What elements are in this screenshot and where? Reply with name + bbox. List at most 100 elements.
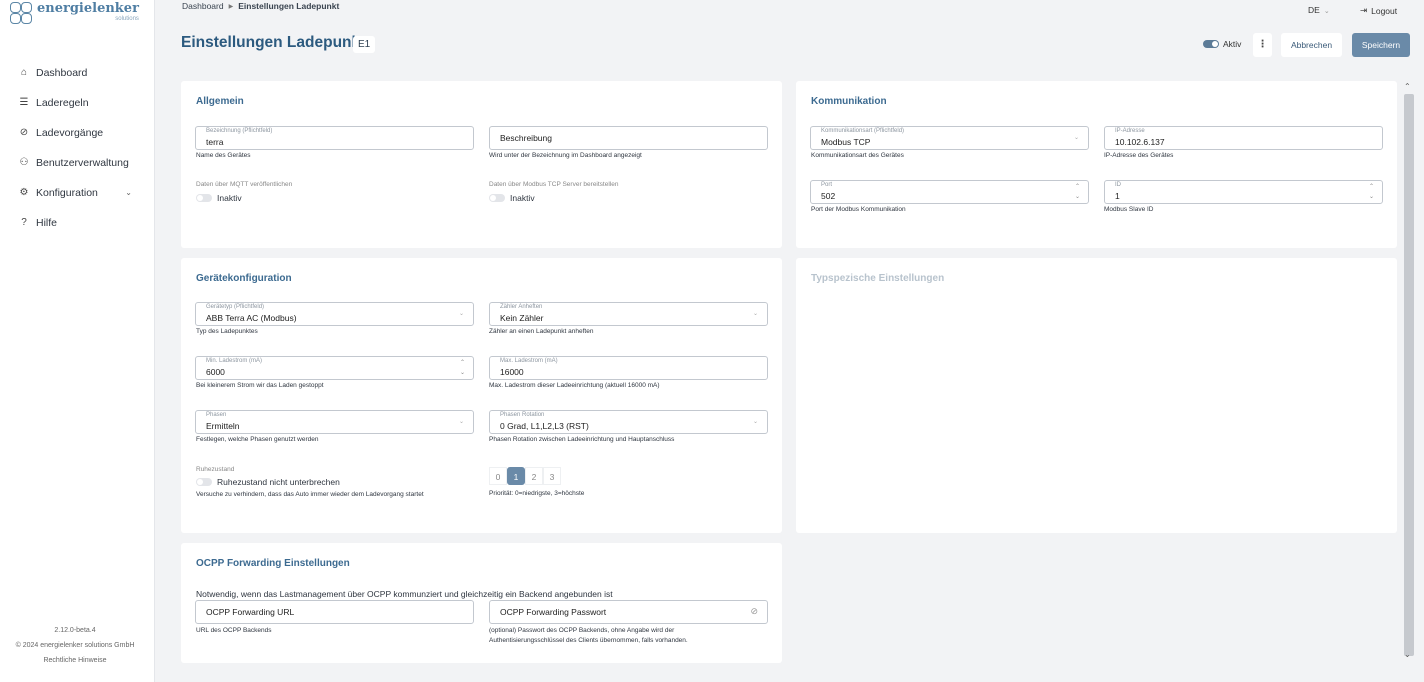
phases-select[interactable]: Phasen Ermitteln ⌄ bbox=[195, 410, 474, 434]
toggle-state: Ruhezustand nicht unterbrechen bbox=[217, 477, 340, 487]
breadcrumb-current: Einstellungen Ladepunkt bbox=[238, 1, 340, 11]
priority-selector[interactable]: 0 1 2 3 bbox=[489, 467, 561, 485]
eye-off-icon[interactable]: ⊘ bbox=[750, 606, 758, 617]
meter-select[interactable]: Zähler Anheften Kein Zähler ⌄ bbox=[489, 302, 768, 326]
mqtt-toggle[interactable]: Inaktiv bbox=[196, 193, 242, 203]
idle-toggle[interactable]: Ruhezustand nicht unterbrechen bbox=[196, 477, 340, 487]
communication-type-select[interactable]: Kommunikationsart (Pflichtfeld) Modbus T… bbox=[810, 126, 1089, 150]
more-menu-button[interactable]: ⋮ bbox=[1253, 33, 1272, 57]
main-scrollbar[interactable]: ⌃ ⌄ bbox=[1402, 82, 1416, 662]
scroll-down-icon[interactable]: ⌄ bbox=[1404, 650, 1411, 659]
toggle-switch[interactable] bbox=[1203, 40, 1219, 48]
chevron-down-icon: ⌄ bbox=[458, 419, 464, 425]
section-title-allgemein: Allgemein bbox=[196, 96, 244, 107]
field-label: Max. Ladestrom (mA) bbox=[500, 358, 558, 364]
sidebar-item-label: Dashboard bbox=[36, 67, 88, 79]
phase-rotation-select[interactable]: Phasen Rotation 0 Grad, L1,L2,L3 (RST) ⌄ bbox=[489, 410, 768, 434]
modbus-server-toggle[interactable]: Inaktiv bbox=[489, 193, 535, 203]
idle-label: Ruhezustand bbox=[196, 466, 235, 473]
field-label: IP-Adresse bbox=[1115, 128, 1145, 134]
min-current-stepper[interactable]: Min. Ladestrom (mA) 6000 ⌃ ⌄ bbox=[195, 356, 474, 380]
logout-button[interactable]: ⇥ Logout bbox=[1360, 5, 1397, 16]
save-button[interactable]: Speichern bbox=[1352, 33, 1410, 57]
field-hint: Port der Modbus Kommunikation bbox=[811, 206, 906, 213]
sidebar-item-dashboard[interactable]: ⌂ Dashboard bbox=[0, 58, 154, 88]
device-type-select[interactable]: Gerätetyp (Pflichtfeld) ABB Terra AC (Mo… bbox=[195, 302, 474, 326]
field-hint: IP-Adresse des Gerätes bbox=[1104, 152, 1174, 159]
cancel-button[interactable]: Abbrechen bbox=[1281, 33, 1342, 57]
field-label: Phasen bbox=[206, 412, 227, 418]
stepper-arrows-icon[interactable]: ⌃ ⌄ bbox=[1075, 182, 1080, 202]
ocpp-note: Notwendig, wenn das Lastmanagement über … bbox=[196, 589, 613, 599]
language-select[interactable]: DE ⌄ bbox=[1308, 5, 1330, 15]
rules-icon: ☰ bbox=[19, 97, 29, 108]
brand-logo[interactable]: energielenker solutions bbox=[10, 2, 139, 26]
field-value: 16000 bbox=[500, 367, 524, 377]
description-field[interactable]: Beschreibung bbox=[489, 126, 768, 150]
field-label: Zähler Anheften bbox=[500, 304, 543, 310]
sidebar: energielenker solutions ⌂ Dashboard ☰ La… bbox=[0, 0, 155, 682]
field-placeholder: OCPP Forwarding Passwort bbox=[500, 607, 607, 617]
toggle-switch[interactable] bbox=[489, 194, 505, 202]
field-label: ID bbox=[1115, 182, 1121, 188]
card-typspezifisch bbox=[796, 258, 1397, 533]
legal-link[interactable]: Rechtliche Hinweise bbox=[0, 653, 150, 668]
scrollbar-thumb[interactable] bbox=[1404, 94, 1414, 656]
sidebar-item-benutzerverwaltung[interactable]: ⚇ Benutzerverwaltung bbox=[0, 148, 154, 178]
device-badge: E1 bbox=[353, 36, 376, 53]
active-toggle[interactable]: Aktiv bbox=[1203, 39, 1241, 49]
field-value: 502 bbox=[821, 191, 836, 201]
sidebar-item-laderegeln[interactable]: ☰ Laderegeln bbox=[0, 88, 154, 118]
toggle-switch[interactable] bbox=[196, 194, 212, 202]
brand-name: energielenker bbox=[37, 1, 139, 16]
field-value: Modbus TCP bbox=[821, 137, 871, 147]
priority-option-0[interactable]: 0 bbox=[489, 467, 507, 485]
field-value: 6000 bbox=[206, 367, 225, 377]
mqtt-label: Daten über MQTT veröffentlichen bbox=[196, 181, 293, 188]
priority-option-1[interactable]: 1 bbox=[507, 467, 525, 485]
section-title-kommunikation: Kommunikation bbox=[811, 96, 887, 107]
section-title-typspezifisch: Typspezische Einstellungen bbox=[811, 273, 945, 284]
toggle-switch[interactable] bbox=[196, 478, 212, 486]
active-label: Aktiv bbox=[1223, 39, 1242, 49]
field-hint: Festlegen, welche Phasen genutzt werden bbox=[196, 436, 319, 443]
sidebar-item-hilfe[interactable]: ? Hilfe bbox=[0, 208, 154, 238]
section-title-geraetekonfiguration: Gerätekonfiguration bbox=[196, 273, 292, 284]
priority-option-3[interactable]: 3 bbox=[543, 467, 561, 485]
logout-icon: ⇥ bbox=[1360, 5, 1368, 15]
field-value: 0 Grad, L1,L2,L3 (RST) bbox=[500, 421, 589, 431]
scroll-up-icon[interactable]: ⌃ bbox=[1404, 82, 1411, 91]
sidebar-item-label: Konfiguration bbox=[36, 187, 98, 199]
stepper-arrows-icon[interactable]: ⌃ ⌄ bbox=[460, 358, 465, 378]
slave-id-stepper[interactable]: ID 1 ⌃ ⌄ bbox=[1104, 180, 1383, 204]
users-icon: ⚇ bbox=[19, 157, 29, 168]
chevron-down-icon: ⌄ bbox=[1323, 8, 1330, 15]
ocpp-url-field[interactable]: OCPP Forwarding URL bbox=[195, 600, 474, 624]
field-value: terra bbox=[206, 137, 224, 147]
field-label: Min. Ladestrom (mA) bbox=[206, 358, 263, 364]
field-value: 1 bbox=[1115, 191, 1120, 201]
version-text: 2.12.0-beta.4 bbox=[54, 627, 96, 634]
field-hint: Authentisierungsschlüssel des Clients üb… bbox=[489, 637, 688, 644]
breadcrumb-separator-icon: ▶ bbox=[228, 3, 234, 10]
field-hint: Bei kleinerem Strom wir das Laden gestop… bbox=[196, 382, 324, 389]
card-allgemein bbox=[181, 81, 782, 248]
port-stepper[interactable]: Port 502 ⌃ ⌄ bbox=[810, 180, 1089, 204]
priority-option-2[interactable]: 2 bbox=[525, 467, 543, 485]
field-hint: Name des Gerätes bbox=[196, 152, 251, 159]
field-hint: Phasen Rotation zwischen Ladeeinrichtung… bbox=[489, 436, 675, 443]
ocpp-password-field[interactable]: OCPP Forwarding Passwort ⊘ bbox=[489, 600, 768, 624]
stepper-arrows-icon[interactable]: ⌃ ⌄ bbox=[1369, 182, 1374, 202]
ip-address-field[interactable]: IP-Adresse 10.102.6.137 bbox=[1104, 126, 1383, 150]
field-hint: Kommunikationsart des Gerätes bbox=[811, 152, 904, 159]
sidebar-item-ladevorgaenge[interactable]: ⊘ Ladevorgänge bbox=[0, 118, 154, 148]
name-field[interactable]: Bezeichnung (Pflichtfeld) terra bbox=[195, 126, 474, 150]
toggle-state: Inaktiv bbox=[217, 193, 242, 203]
breadcrumb-root[interactable]: Dashboard bbox=[182, 1, 224, 11]
max-current-field[interactable]: Max. Ladestrom (mA) 16000 bbox=[489, 356, 768, 380]
field-value: ABB Terra AC (Modbus) bbox=[206, 313, 297, 323]
field-hint: Versuche zu verhindern, dass das Auto im… bbox=[196, 491, 424, 498]
field-placeholder: OCPP Forwarding URL bbox=[206, 607, 295, 617]
sidebar-item-konfiguration[interactable]: ⚙ Konfiguration ⌄ bbox=[0, 178, 154, 208]
field-label: Gerätetyp (Pflichtfeld) bbox=[206, 304, 265, 310]
